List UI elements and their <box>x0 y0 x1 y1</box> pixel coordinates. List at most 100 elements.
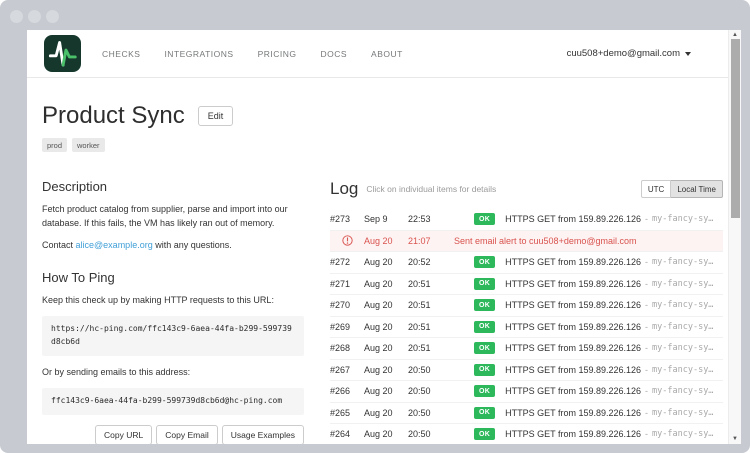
ping-date: Aug 20 <box>364 429 408 439</box>
ping-time: 22:53 <box>408 214 444 224</box>
ping-number: #267 <box>330 365 364 375</box>
ping-email-intro: Or by sending emails to this address: <box>42 366 304 380</box>
ping-message: HTTPS GET from 159.89.226.126 <box>505 257 641 267</box>
separator-dash: - <box>645 322 648 332</box>
ok-badge: OK <box>474 428 495 440</box>
navbar: CHECKS INTEGRATIONS PRICING DOCS ABOUT cuu50… <box>27 30 741 78</box>
separator-dash: - <box>645 343 648 353</box>
timezone-toggle: UTCLocal Time <box>641 180 723 198</box>
scrollbar-thumb[interactable] <box>731 39 740 218</box>
log-subtitle: Click on individual items for details <box>366 184 496 194</box>
ping-slug: my-fancy-sy… <box>652 408 713 418</box>
tag-list: prodworker <box>42 138 723 152</box>
separator-dash: - <box>645 214 648 224</box>
ping-date: Sep 9 <box>364 214 408 224</box>
ping-message: HTTPS GET from 159.89.226.126 <box>505 343 641 353</box>
ping-date: Aug 20 <box>364 236 408 246</box>
ping-time: 20:50 <box>408 386 444 396</box>
ping-slug: my-fancy-sy… <box>652 214 713 224</box>
ping-date: Aug 20 <box>364 322 408 332</box>
ping-slug: my-fancy-sy… <box>652 300 713 310</box>
ping-action-button[interactable]: Copy Email <box>156 425 217 444</box>
log-row[interactable]: #269 Aug 20 20:51 OK HTTPS GET from 159.… <box>330 317 723 339</box>
ping-date: Aug 20 <box>364 343 408 353</box>
description-section: Description Fetch product catalog from s… <box>42 179 304 253</box>
ping-action-button[interactable]: Copy URL <box>95 425 152 444</box>
edit-button[interactable]: Edit <box>198 106 234 126</box>
alert-icon-cell <box>330 235 364 246</box>
contact-prefix: Contact <box>42 240 76 250</box>
ok-badge: OK <box>474 321 495 333</box>
timezone-button[interactable]: Local Time <box>671 180 723 198</box>
contact-suffix: with any questions. <box>153 240 232 250</box>
ping-slug: my-fancy-sy… <box>652 343 713 353</box>
ping-email-code: ffc143c9-6aea-44fa-b299-599739d8cb6d@hc-… <box>42 388 304 415</box>
ping-time: 20:51 <box>408 300 444 310</box>
ping-number: #271 <box>330 279 364 289</box>
ping-message: HTTPS GET from 159.89.226.126 <box>505 214 641 224</box>
ping-slug: my-fancy-sy… <box>652 257 713 267</box>
log-row[interactable]: #267 Aug 20 20:50 OK HTTPS GET from 159.… <box>330 360 723 382</box>
window-dot <box>10 10 23 23</box>
healthchecks-logo-icon[interactable] <box>44 35 81 72</box>
browser-frame: CHECKS INTEGRATIONS PRICING DOCS ABOUT cuu50… <box>0 0 750 453</box>
log-row[interactable]: #270 Aug 20 20:51 OK HTTPS GET from 159.… <box>330 295 723 317</box>
ping-slug: my-fancy-sy… <box>652 279 713 289</box>
ping-action-buttons: Copy URLCopy Email Usage Examples <box>42 425 304 444</box>
log-row[interactable]: #265 Aug 20 20:50 OK HTTPS GET from 159.… <box>330 403 723 425</box>
ping-number: #265 <box>330 408 364 418</box>
ping-url-code: https://hc-ping.com/ffc143c9-6aea-44fa-b… <box>42 316 304 356</box>
scroll-up-icon[interactable]: ▲ <box>729 32 741 38</box>
ping-message: HTTPS GET from 159.89.226.126 <box>505 322 641 332</box>
log-row[interactable]: #271 Aug 20 20:51 OK HTTPS GET from 159.… <box>330 274 723 296</box>
ping-time: 20:52 <box>408 257 444 267</box>
ping-date: Aug 20 <box>364 408 408 418</box>
nav-link[interactable]: PRICING <box>258 49 297 59</box>
ping-number: #269 <box>330 322 364 332</box>
ping-date: Aug 20 <box>364 257 408 267</box>
chevron-down-icon <box>685 52 691 56</box>
ping-time: 20:50 <box>408 408 444 418</box>
scroll-down-icon[interactable]: ▼ <box>729 436 741 442</box>
ping-slug: my-fancy-sy… <box>652 365 713 375</box>
ping-slug: my-fancy-sy… <box>652 386 713 396</box>
log-row[interactable]: #264 Aug 20 20:50 OK HTTPS GET from 159.… <box>330 424 723 444</box>
traffic-light-dots <box>10 10 59 23</box>
page-head: Product Sync Edit prodworker <box>42 102 723 152</box>
log-header: Log Click on individual items for detail… <box>330 179 723 199</box>
ok-badge: OK <box>474 364 495 376</box>
scrollbar[interactable]: ▲ ▼ <box>728 30 741 444</box>
ping-time: 20:51 <box>408 343 444 353</box>
ping-message: HTTPS GET from 159.89.226.126 <box>505 386 641 396</box>
nav-link[interactable]: CHECKS <box>102 49 140 59</box>
window-dot <box>28 10 41 23</box>
ping-action-button[interactable]: Usage Examples <box>222 425 304 444</box>
contact-line: Contact alice@example.org with any quest… <box>42 239 304 253</box>
tag-badge: worker <box>72 138 105 152</box>
ping-number: #272 <box>330 257 364 267</box>
ping-number: #270 <box>330 300 364 310</box>
separator-dash: - <box>645 386 648 396</box>
nav-links: CHECKS INTEGRATIONS PRICING DOCS ABOUT <box>102 49 403 59</box>
ok-badge: OK <box>474 385 495 397</box>
timezone-button[interactable]: UTC <box>641 180 671 198</box>
separator-dash: - <box>645 257 648 267</box>
account-menu[interactable]: cuu508+demo@gmail.com <box>567 48 691 59</box>
ping-time: 20:51 <box>408 322 444 332</box>
contact-email-link[interactable]: alice@example.org <box>76 240 153 250</box>
nav-link[interactable]: DOCS <box>320 49 347 59</box>
log-row[interactable]: #268 Aug 20 20:51 OK HTTPS GET from 159.… <box>330 338 723 360</box>
ping-url-intro: Keep this check up by making HTTP reques… <box>42 294 304 308</box>
nav-link[interactable]: ABOUT <box>371 49 403 59</box>
ping-number: #266 <box>330 386 364 396</box>
ok-badge: OK <box>474 342 495 354</box>
ping-number: #264 <box>330 429 364 439</box>
log-row-alert[interactable]: Aug 20 21:07 Sent email alert to cuu508+… <box>330 231 723 253</box>
log-row[interactable]: #272 Aug 20 20:52 OK HTTPS GET from 159.… <box>330 252 723 274</box>
check-details-column: Description Fetch product catalog from s… <box>42 179 304 444</box>
nav-link[interactable]: INTEGRATIONS <box>164 49 233 59</box>
log-row[interactable]: #273 Sep 9 22:53 OK HTTPS GET from 159.8… <box>330 209 723 231</box>
separator-dash: - <box>645 300 648 310</box>
log-row[interactable]: #266 Aug 20 20:50 OK HTTPS GET from 159.… <box>330 381 723 403</box>
ping-time: 20:50 <box>408 429 444 439</box>
